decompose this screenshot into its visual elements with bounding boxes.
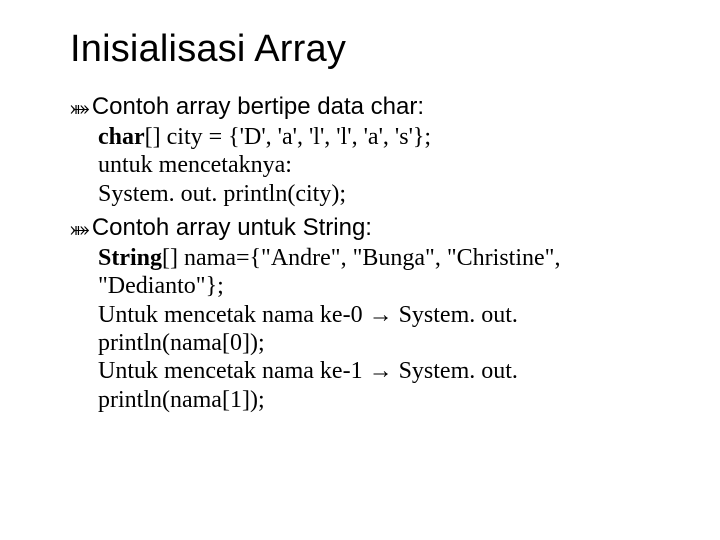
keyword-string: String xyxy=(98,245,162,271)
code-line-print-1: Untuk mencetak nama ke-1 → System. out. … xyxy=(98,357,655,414)
code-line-print-0: Untuk mencetak nama ke-0 → System. out. … xyxy=(98,301,655,358)
bullet-item-2: ⤘ Contoh array untuk String: xyxy=(70,214,655,242)
bullet-text-2: Contoh array untuk String: xyxy=(92,214,655,242)
bullet-icon: ⤘ xyxy=(70,95,90,121)
bullet-icon: ⤘ xyxy=(70,216,90,242)
text-print-label: untuk mencetaknya: xyxy=(98,151,655,179)
slide: Inisialisasi Array ⤘ Contoh array bertip… xyxy=(0,0,720,414)
code-rest-2: [] nama={"Andre", "Bunga", "Christine", … xyxy=(98,245,560,299)
bullet-group-2: ⤘ Contoh array untuk String: String[] na… xyxy=(70,214,655,414)
bullet-item-1: ⤘ Contoh array bertipe data char: xyxy=(70,93,655,121)
slide-title: Inisialisasi Array xyxy=(70,28,655,71)
code-line-char-decl: char[] city = {'D', 'a', 'l', 'l', 'a', … xyxy=(98,123,655,151)
code-line-println-city: System. out. println(city); xyxy=(98,180,655,208)
code-line-string-decl: String[] nama={"Andre", "Bunga", "Christ… xyxy=(98,244,655,301)
bullet-group-1: ⤘ Contoh array bertipe data char: char[]… xyxy=(70,93,655,208)
code-rest-1: [] city = {'D', 'a', 'l', 'l', 'a', 's'}… xyxy=(145,124,431,150)
keyword-char: char xyxy=(98,124,145,150)
bullet-text-1: Contoh array bertipe data char: xyxy=(92,93,655,121)
